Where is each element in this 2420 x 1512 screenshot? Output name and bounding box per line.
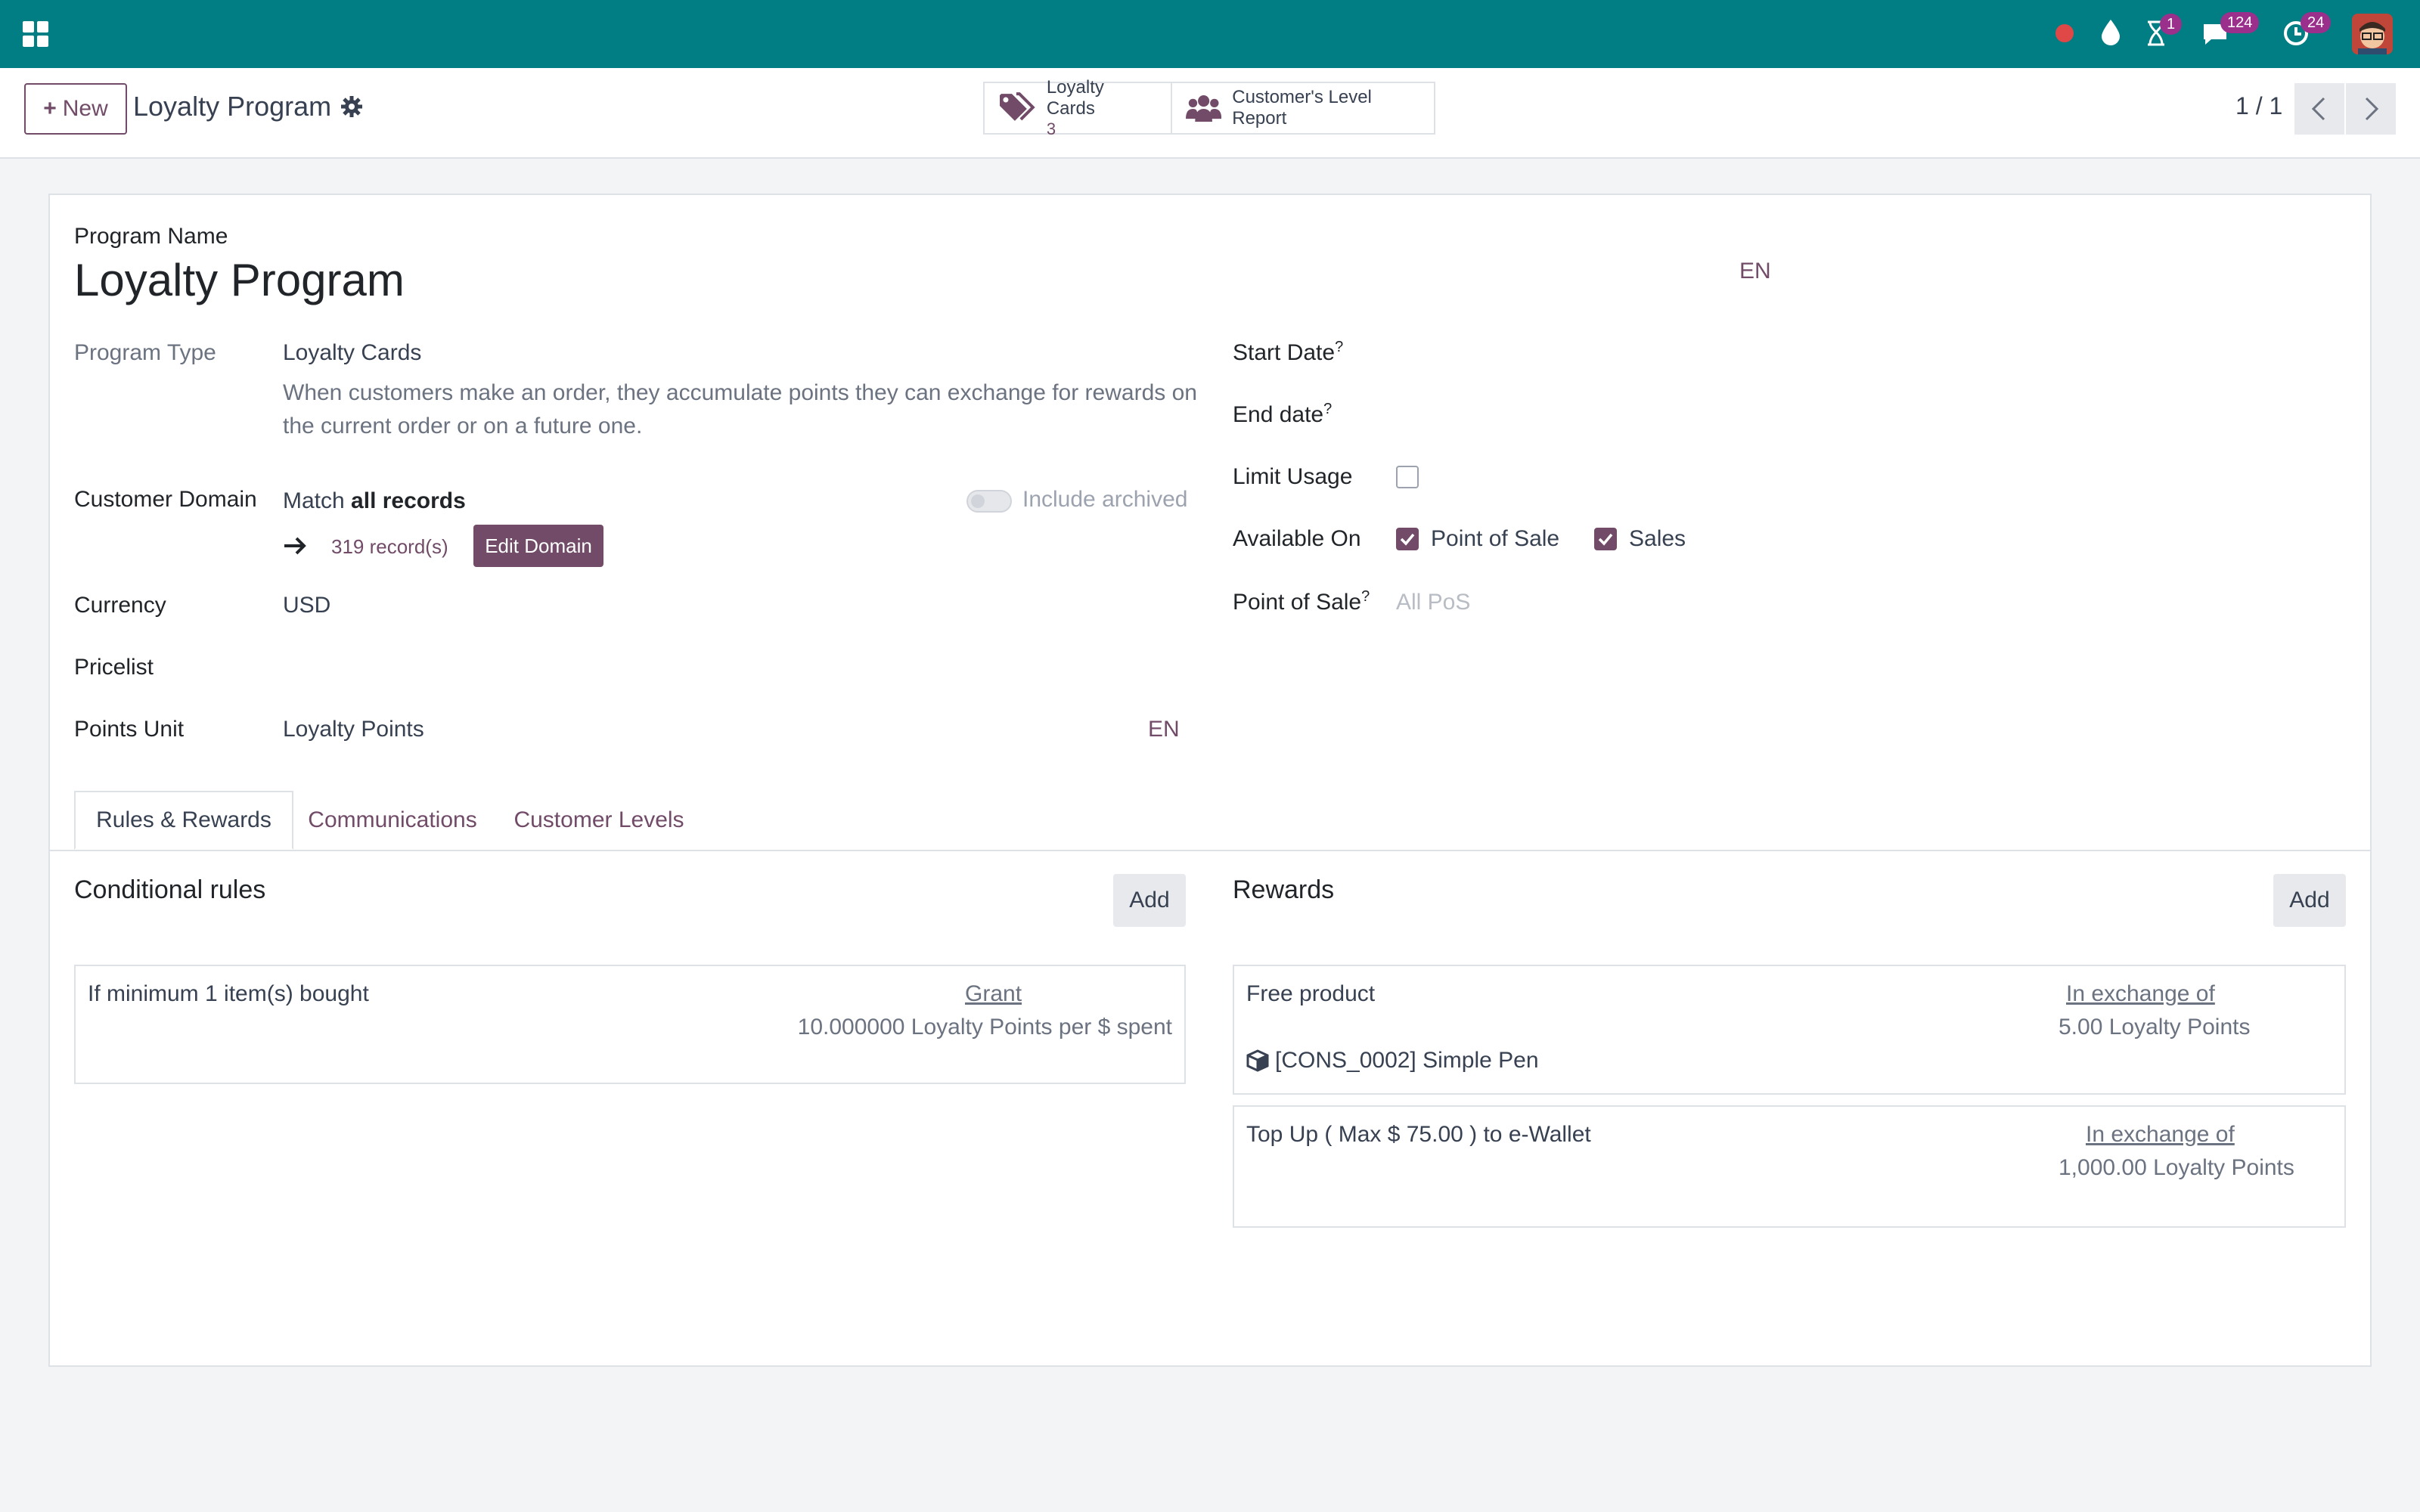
program-type-select[interactable]: Loyalty Cards (283, 340, 421, 366)
program-name-label: Program Name (74, 224, 228, 249)
available-sales-checkbox[interactable] (1594, 528, 1617, 550)
messages-icon[interactable]: 124 (2201, 12, 2260, 51)
include-archived-toggle[interactable] (966, 490, 1012, 513)
start-date-label: Start Date? (1233, 339, 1343, 366)
domain-match-prefix: Match (283, 488, 345, 513)
rule-grant-value: 10.000000 Loyalty Points per $ spent (797, 1015, 1172, 1040)
rule-card[interactable]: If minimum 1 item(s) bought Grant 10.000… (74, 965, 1186, 1084)
limit-usage-checkbox[interactable] (1396, 466, 1419, 488)
tab-rules-rewards[interactable]: Rules & Rewards (74, 791, 293, 850)
rule-grant-label: Grant (965, 981, 1022, 1006)
pricelist-label: Pricelist (74, 655, 154, 680)
reward-exchange-value: 5.00 Loyalty Points (2059, 1015, 2251, 1040)
start-date-label-text: Start Date (1233, 340, 1336, 365)
edit-domain-button[interactable]: Edit Domain (473, 525, 603, 567)
rewards-title: Rewards (1233, 875, 1335, 904)
available-on-label: Available On (1233, 526, 1361, 551)
add-rule-button[interactable]: Add (1113, 874, 1186, 927)
grid-icon[interactable] (21, 20, 50, 48)
loyalty-cards-label: Loyalty Cards (1046, 77, 1104, 119)
pricelist-field[interactable] (283, 650, 1205, 683)
loyalty-cards-count: 3 (1046, 119, 1056, 138)
pager-next-button[interactable] (2346, 83, 2396, 135)
chevron-left-icon (2311, 97, 2325, 121)
customer-domain-label: Customer Domain (74, 487, 257, 512)
arrow-right-icon (284, 537, 306, 555)
point-of-sale-input[interactable]: All PoS (1396, 590, 1470, 615)
rule-condition: If minimum 1 item(s) bought (88, 981, 369, 1006)
reward-exchange-label: In exchange of (2066, 981, 2215, 1006)
start-date-field[interactable] (1396, 336, 2304, 369)
available-sales-label: Sales (1629, 526, 1686, 551)
currency-select[interactable]: USD (283, 593, 330, 618)
tags-icon (999, 92, 1035, 121)
product-box-icon (1246, 1049, 1269, 1072)
domain-match: Match all records (283, 488, 466, 514)
users-icon (1186, 94, 1222, 122)
program-type-label: Program Type (74, 340, 216, 365)
pager-value[interactable]: 1 / 1 (2235, 92, 2282, 120)
messages-badge: 124 (2220, 12, 2260, 33)
pager-previous-button[interactable] (2294, 83, 2344, 135)
activity-hourglass-icon[interactable]: 1 (2145, 14, 2183, 51)
level-report-label: Customer's Level Report (1232, 87, 1372, 129)
reward-title: Top Up ( Max $ 75.00 ) to e-Wallet (1246, 1122, 1591, 1147)
recording-dot-icon[interactable] (2054, 23, 2075, 48)
chevron-right-icon (2365, 97, 2379, 121)
program-type-help: When customers make an order, they accum… (283, 380, 1197, 438)
program-name-lang-button[interactable]: EN (1739, 259, 1771, 284)
conditional-rules-title: Conditional rules (74, 875, 266, 904)
clock-badge: 24 (2301, 12, 2332, 33)
reward-product: [CONS_0002] Simple Pen (1275, 1048, 1539, 1073)
loyalty-cards-smart-button[interactable]: Loyalty Cards 3 (985, 77, 1171, 138)
plus-icon: + (43, 96, 57, 121)
notebook-tabs: Rules & Rewards Communications Customer … (50, 791, 2370, 851)
program-name-input[interactable]: Loyalty Program (74, 254, 405, 306)
tab-customer-levels[interactable]: Customer Levels (492, 791, 706, 850)
new-button[interactable]: + New (24, 83, 127, 135)
domain-records-link[interactable]: 319 record(s) (331, 535, 448, 559)
start-date-help[interactable]: ? (1335, 339, 1343, 355)
domain-match-value: all records (351, 488, 466, 513)
end-date-field[interactable] (1396, 398, 2304, 431)
end-date-help[interactable]: ? (1323, 401, 1332, 417)
end-date-label-text: End date (1233, 402, 1324, 427)
gear-icon[interactable] (340, 95, 363, 118)
available-pos-label: Point of Sale (1431, 526, 1560, 551)
user-avatar[interactable] (2352, 14, 2393, 54)
points-unit-input[interactable]: Loyalty Points (283, 717, 424, 742)
points-unit-label: Points Unit (74, 717, 185, 742)
reward-exchange-label: In exchange of (2086, 1122, 2235, 1147)
form-sheet: Program Name Loyalty Program EN Program … (48, 194, 2372, 1367)
point-of-sale-label: Point of Sale? (1233, 588, 1370, 615)
droplet-icon[interactable] (2099, 18, 2122, 49)
control-panel: + New Loyalty Program Loyalty Cards 3 Cu… (0, 68, 2420, 159)
check-icon (1400, 533, 1415, 546)
currency-label: Currency (74, 593, 166, 618)
end-date-label: End date? (1233, 401, 1332, 428)
activity-badge: 1 (2160, 14, 2183, 35)
top-navbar: 1 124 24 (0, 0, 2420, 68)
reward-card[interactable]: Top Up ( Max $ 75.00 ) to e-Wallet In ex… (1233, 1105, 2346, 1228)
breadcrumb-title: Loyalty Program (133, 91, 332, 122)
point-of-sale-help[interactable]: ? (1361, 588, 1370, 605)
point-of-sale-label-text: Point of Sale (1233, 590, 1362, 615)
clock-icon[interactable]: 24 (2282, 12, 2332, 51)
check-icon (1598, 533, 1613, 546)
reward-exchange-value: 1,000.00 Loyalty Points (2059, 1155, 2294, 1180)
reward-title: Free product (1246, 981, 1376, 1006)
points-unit-lang-button[interactable]: EN (1148, 717, 1180, 742)
smart-buttons: Loyalty Cards 3 Customer's Level Report (983, 77, 1435, 138)
new-button-label: New (62, 96, 108, 121)
add-reward-button[interactable]: Add (2273, 874, 2346, 927)
include-archived-label: Include archived (1022, 487, 1188, 512)
customer-level-report-smart-button[interactable]: Customer's Level Report (1171, 83, 1434, 133)
limit-usage-label: Limit Usage (1233, 464, 1353, 489)
available-pos-checkbox[interactable] (1396, 528, 1419, 550)
tab-communications[interactable]: Communications (293, 791, 492, 850)
reward-card[interactable]: Free product In exchange of 5.00 Loyalty… (1233, 965, 2346, 1095)
